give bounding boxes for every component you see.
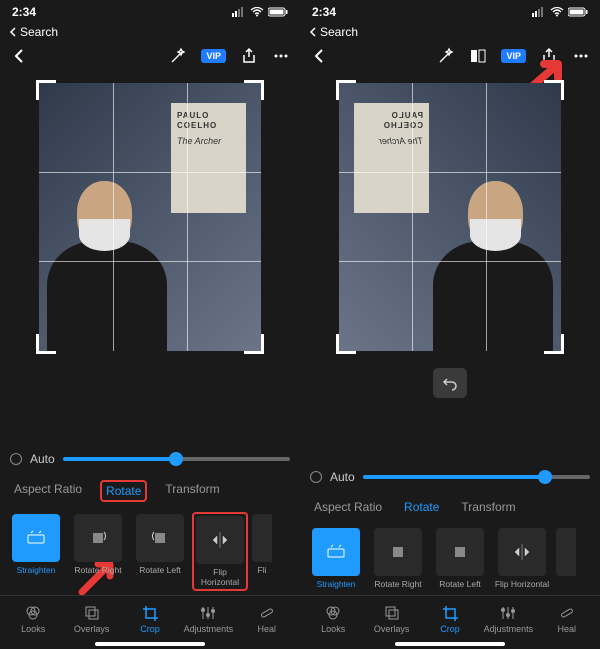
nav-adjustments[interactable]: Adjustments	[180, 604, 236, 634]
book-in-photo: PAULO COELHO The Archer	[354, 103, 429, 213]
straighten-slider[interactable]	[63, 457, 290, 461]
person-in-photo	[47, 151, 167, 351]
left-screenshot: 2:34 Search VIP PAULO COELHO The Archer	[0, 0, 300, 649]
option-straighten[interactable]: Straighten	[8, 514, 64, 589]
option-flip-vertical[interactable]: Fli	[252, 514, 272, 589]
nav-crop[interactable]: Crop	[122, 604, 178, 634]
vip-badge[interactable]: VIP	[501, 49, 526, 63]
status-time: 2:34	[312, 5, 336, 19]
right-screenshot: 2:34 Search VIP PAULO COELHO Th	[300, 0, 600, 649]
nav-heal[interactable]: Heal	[539, 604, 595, 634]
tab-transform[interactable]: Transform	[461, 500, 515, 514]
book-title: The Archer	[360, 136, 423, 147]
status-icons	[232, 7, 288, 17]
option-flip-horizontal[interactable]: Flip Horizontal	[192, 512, 248, 591]
more-icon[interactable]	[272, 47, 290, 65]
option-rotate-right[interactable]: Rotate Right	[370, 528, 426, 589]
person-in-photo	[433, 151, 553, 351]
crop-handle-bl[interactable]	[36, 334, 56, 354]
nav-adjustments[interactable]: Adjustments	[480, 604, 536, 634]
auto-radio[interactable]	[10, 453, 22, 465]
crop-handle-tr[interactable]	[244, 80, 264, 100]
nav-looks[interactable]: Looks	[305, 604, 361, 634]
back-chevron-icon[interactable]	[10, 47, 28, 65]
status-time: 2:34	[12, 5, 36, 19]
tab-rotate[interactable]: Rotate	[404, 500, 439, 514]
book-author: PAULO COELHO	[360, 111, 423, 130]
more-icon[interactable]	[572, 47, 590, 65]
bottom-nav: Looks Overlays Crop Adjustments Heal	[0, 595, 300, 638]
status-bar: 2:34	[0, 0, 300, 24]
auto-radio[interactable]	[310, 471, 322, 483]
crop-handle-tl[interactable]	[544, 80, 564, 100]
crop-handle-br[interactable]	[244, 334, 264, 354]
crop-frame[interactable]: PAULO COELHO The Archer	[39, 83, 261, 351]
crop-tabs: Aspect Ratio Rotate Transform	[300, 492, 600, 522]
option-rotate-left[interactable]: Rotate Left	[132, 514, 188, 589]
status-bar: 2:34	[300, 0, 600, 24]
rotate-options: Straighten Rotate Right Rotate Left Flip…	[0, 508, 300, 595]
status-icons	[532, 7, 588, 17]
back-chevron-icon[interactable]	[310, 47, 328, 65]
option-straighten[interactable]: Straighten	[308, 528, 364, 589]
nav-looks[interactable]: Looks	[5, 604, 61, 634]
auto-label: Auto	[330, 470, 355, 484]
auto-label: Auto	[30, 452, 55, 466]
option-rotate-right[interactable]: Rotate Right	[70, 514, 126, 589]
nav-crop[interactable]: Crop	[422, 604, 478, 634]
straighten-slider[interactable]	[363, 475, 590, 479]
back-button[interactable]: Search	[300, 24, 600, 40]
undo-button[interactable]	[433, 368, 467, 398]
tab-aspect-ratio[interactable]: Aspect Ratio	[14, 482, 82, 500]
controls-panel: Auto Aspect Ratio Rotate Transform Strai…	[0, 444, 300, 649]
home-indicator[interactable]	[95, 642, 205, 646]
photo-canvas[interactable]: PAULO COELHO The Archer	[0, 72, 300, 362]
share-icon[interactable]	[240, 47, 258, 65]
magic-wand-icon[interactable]	[169, 47, 187, 65]
rotate-options: Straighten Rotate Right Rotate Left Flip…	[300, 522, 600, 595]
vip-badge[interactable]: VIP	[201, 49, 226, 63]
controls-panel: Auto Aspect Ratio Rotate Transform Strai…	[300, 462, 600, 649]
crop-handle-tr[interactable]	[336, 80, 356, 100]
home-indicator[interactable]	[395, 642, 505, 646]
back-label: Search	[320, 25, 358, 39]
tab-rotate[interactable]: Rotate	[100, 480, 147, 502]
nav-heal[interactable]: Heal	[239, 604, 295, 634]
back-label: Search	[20, 25, 58, 39]
back-button[interactable]: Search	[0, 24, 300, 40]
crop-handle-tl[interactable]	[36, 80, 56, 100]
tab-aspect-ratio[interactable]: Aspect Ratio	[314, 500, 382, 514]
option-flip-vertical[interactable]	[556, 528, 576, 589]
option-flip-horizontal[interactable]: Flip Horizontal	[494, 528, 550, 589]
top-toolbar: VIP	[0, 40, 300, 72]
nav-overlays[interactable]: Overlays	[64, 604, 120, 634]
crop-frame[interactable]: PAULO COELHO The Archer	[339, 83, 561, 351]
share-icon[interactable]	[540, 47, 558, 65]
nav-overlays[interactable]: Overlays	[364, 604, 420, 634]
bottom-nav: Looks Overlays Crop Adjustments Heal	[300, 595, 600, 638]
top-toolbar: VIP	[300, 40, 600, 72]
magic-wand-icon[interactable]	[437, 47, 455, 65]
tab-transform[interactable]: Transform	[165, 482, 219, 500]
option-rotate-left[interactable]: Rotate Left	[432, 528, 488, 589]
crop-handle-br[interactable]	[336, 334, 356, 354]
crop-handle-bl[interactable]	[544, 334, 564, 354]
book-in-photo: PAULO COELHO The Archer	[171, 103, 246, 213]
compare-icon[interactable]	[469, 47, 487, 65]
crop-tabs: Aspect Ratio Rotate Transform	[0, 474, 300, 508]
photo-canvas[interactable]: PAULO COELHO The Archer	[300, 72, 600, 362]
